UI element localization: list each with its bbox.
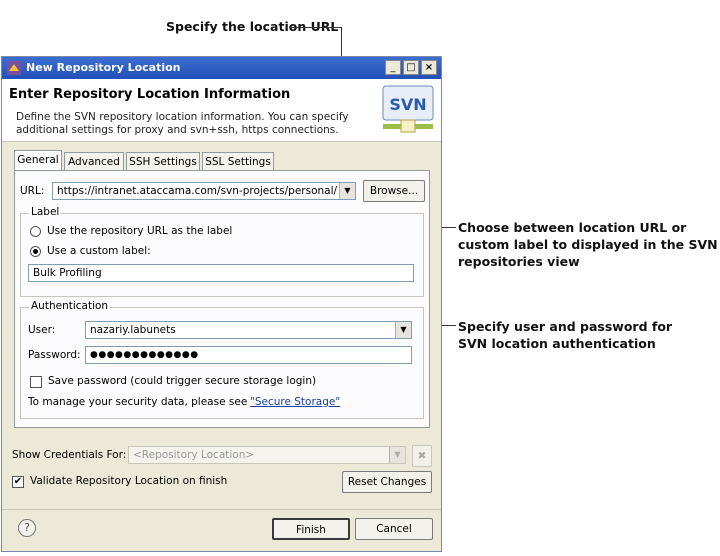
show-credentials-label: Show Credentials For: (12, 449, 127, 461)
page-title: Enter Repository Location Information (9, 87, 291, 102)
finish-button[interactable]: Finish (272, 518, 350, 540)
manage-security-text: To manage your security data, please see (28, 396, 248, 408)
footer-separator (2, 509, 441, 510)
svn-logo-icon: SVN (382, 85, 434, 133)
label-group-title: Label (29, 206, 62, 218)
new-repository-location-dialog: New Repository Location _ □ × Enter Repo… (1, 56, 442, 552)
use-repository-url-label: Use the repository URL as the label (47, 225, 233, 237)
tab-ssl-settings[interactable]: SSL Settings (202, 152, 274, 170)
password-label: Password: (28, 349, 81, 361)
user-value: nazariy.labunets (90, 324, 176, 336)
url-label: URL: (20, 185, 45, 197)
title-bar[interactable]: New Repository Location _ □ × (2, 57, 441, 79)
annotation-label-line2: custom label to displayed in the SVN (458, 237, 718, 252)
validate-checkbox[interactable]: ✔ (12, 476, 24, 488)
browse-button[interactable]: Browse... (363, 180, 425, 202)
annotation-auth-line2: SVN location authentication (458, 336, 656, 351)
use-repository-url-radio[interactable] (30, 226, 41, 237)
chevron-down-icon: ▼ (389, 447, 405, 463)
app-icon (7, 61, 21, 75)
help-icon[interactable]: ? (18, 519, 36, 537)
credentials-placeholder: <Repository Location> (133, 449, 255, 461)
tab-ssh-settings[interactable]: SSH Settings (126, 152, 200, 170)
tab-advanced[interactable]: Advanced (64, 152, 124, 170)
delete-credentials-button[interactable]: ✖ (412, 445, 432, 467)
wizard-header: Enter Repository Location Information De… (2, 79, 441, 142)
save-password-label: Save password (could trigger secure stor… (48, 375, 317, 387)
save-password-checkbox[interactable] (30, 376, 42, 388)
use-custom-label-label: Use a custom label: (47, 245, 151, 257)
chevron-down-icon[interactable]: ▼ (339, 183, 355, 199)
custom-label-value: Bulk Profiling (33, 267, 102, 279)
window-title: New Repository Location (26, 61, 181, 74)
minimize-button[interactable]: _ (385, 60, 401, 75)
url-value: https://intranet.ataccama.com/svn-projec… (57, 185, 338, 197)
reset-changes-button[interactable]: Reset Changes (342, 471, 432, 493)
user-label: User: (28, 324, 56, 336)
annotation-url-leader (290, 27, 342, 28)
annotation-auth-line1: Specify user and password for (458, 319, 673, 334)
cancel-button[interactable]: Cancel (355, 518, 433, 540)
credentials-combo[interactable]: <Repository Location> ▼ (128, 446, 406, 464)
tab-general[interactable]: General (14, 150, 62, 170)
validate-label: Validate Repository Location on finish (30, 475, 228, 487)
annotation-label-line1: Choose between location URL or (458, 220, 687, 235)
svn-logo-text: SVN (389, 95, 426, 114)
use-custom-label-radio[interactable] (30, 246, 41, 257)
authentication-group: Authentication User: nazariy.labunets ▼ … (20, 300, 424, 419)
url-combo[interactable]: https://intranet.ataccama.com/svn-projec… (52, 182, 356, 200)
custom-label-input[interactable]: Bulk Profiling (28, 264, 414, 282)
general-tab-panel: URL: https://intranet.ataccama.com/svn-p… (14, 170, 430, 428)
maximize-button[interactable]: □ (403, 60, 419, 75)
annotation-label: Choose between location URL or custom la… (458, 219, 718, 270)
close-button[interactable]: × (421, 60, 437, 75)
label-group: Label Use the repository URL as the labe… (20, 206, 424, 297)
password-value: ●●●●●●●●●●●●● (90, 350, 199, 360)
secure-storage-link[interactable]: "Secure Storage" (250, 396, 340, 408)
user-combo[interactable]: nazariy.labunets ▼ (85, 321, 412, 339)
authentication-group-title: Authentication (29, 300, 111, 312)
annotation-label-line3: repositories view (458, 254, 580, 269)
annotation-auth: Specify user and password for SVN locati… (458, 318, 672, 352)
chevron-down-icon[interactable]: ▼ (395, 322, 411, 338)
page-description: Define the SVN repository location infor… (16, 111, 349, 136)
password-field[interactable]: ●●●●●●●●●●●●● (85, 346, 412, 364)
